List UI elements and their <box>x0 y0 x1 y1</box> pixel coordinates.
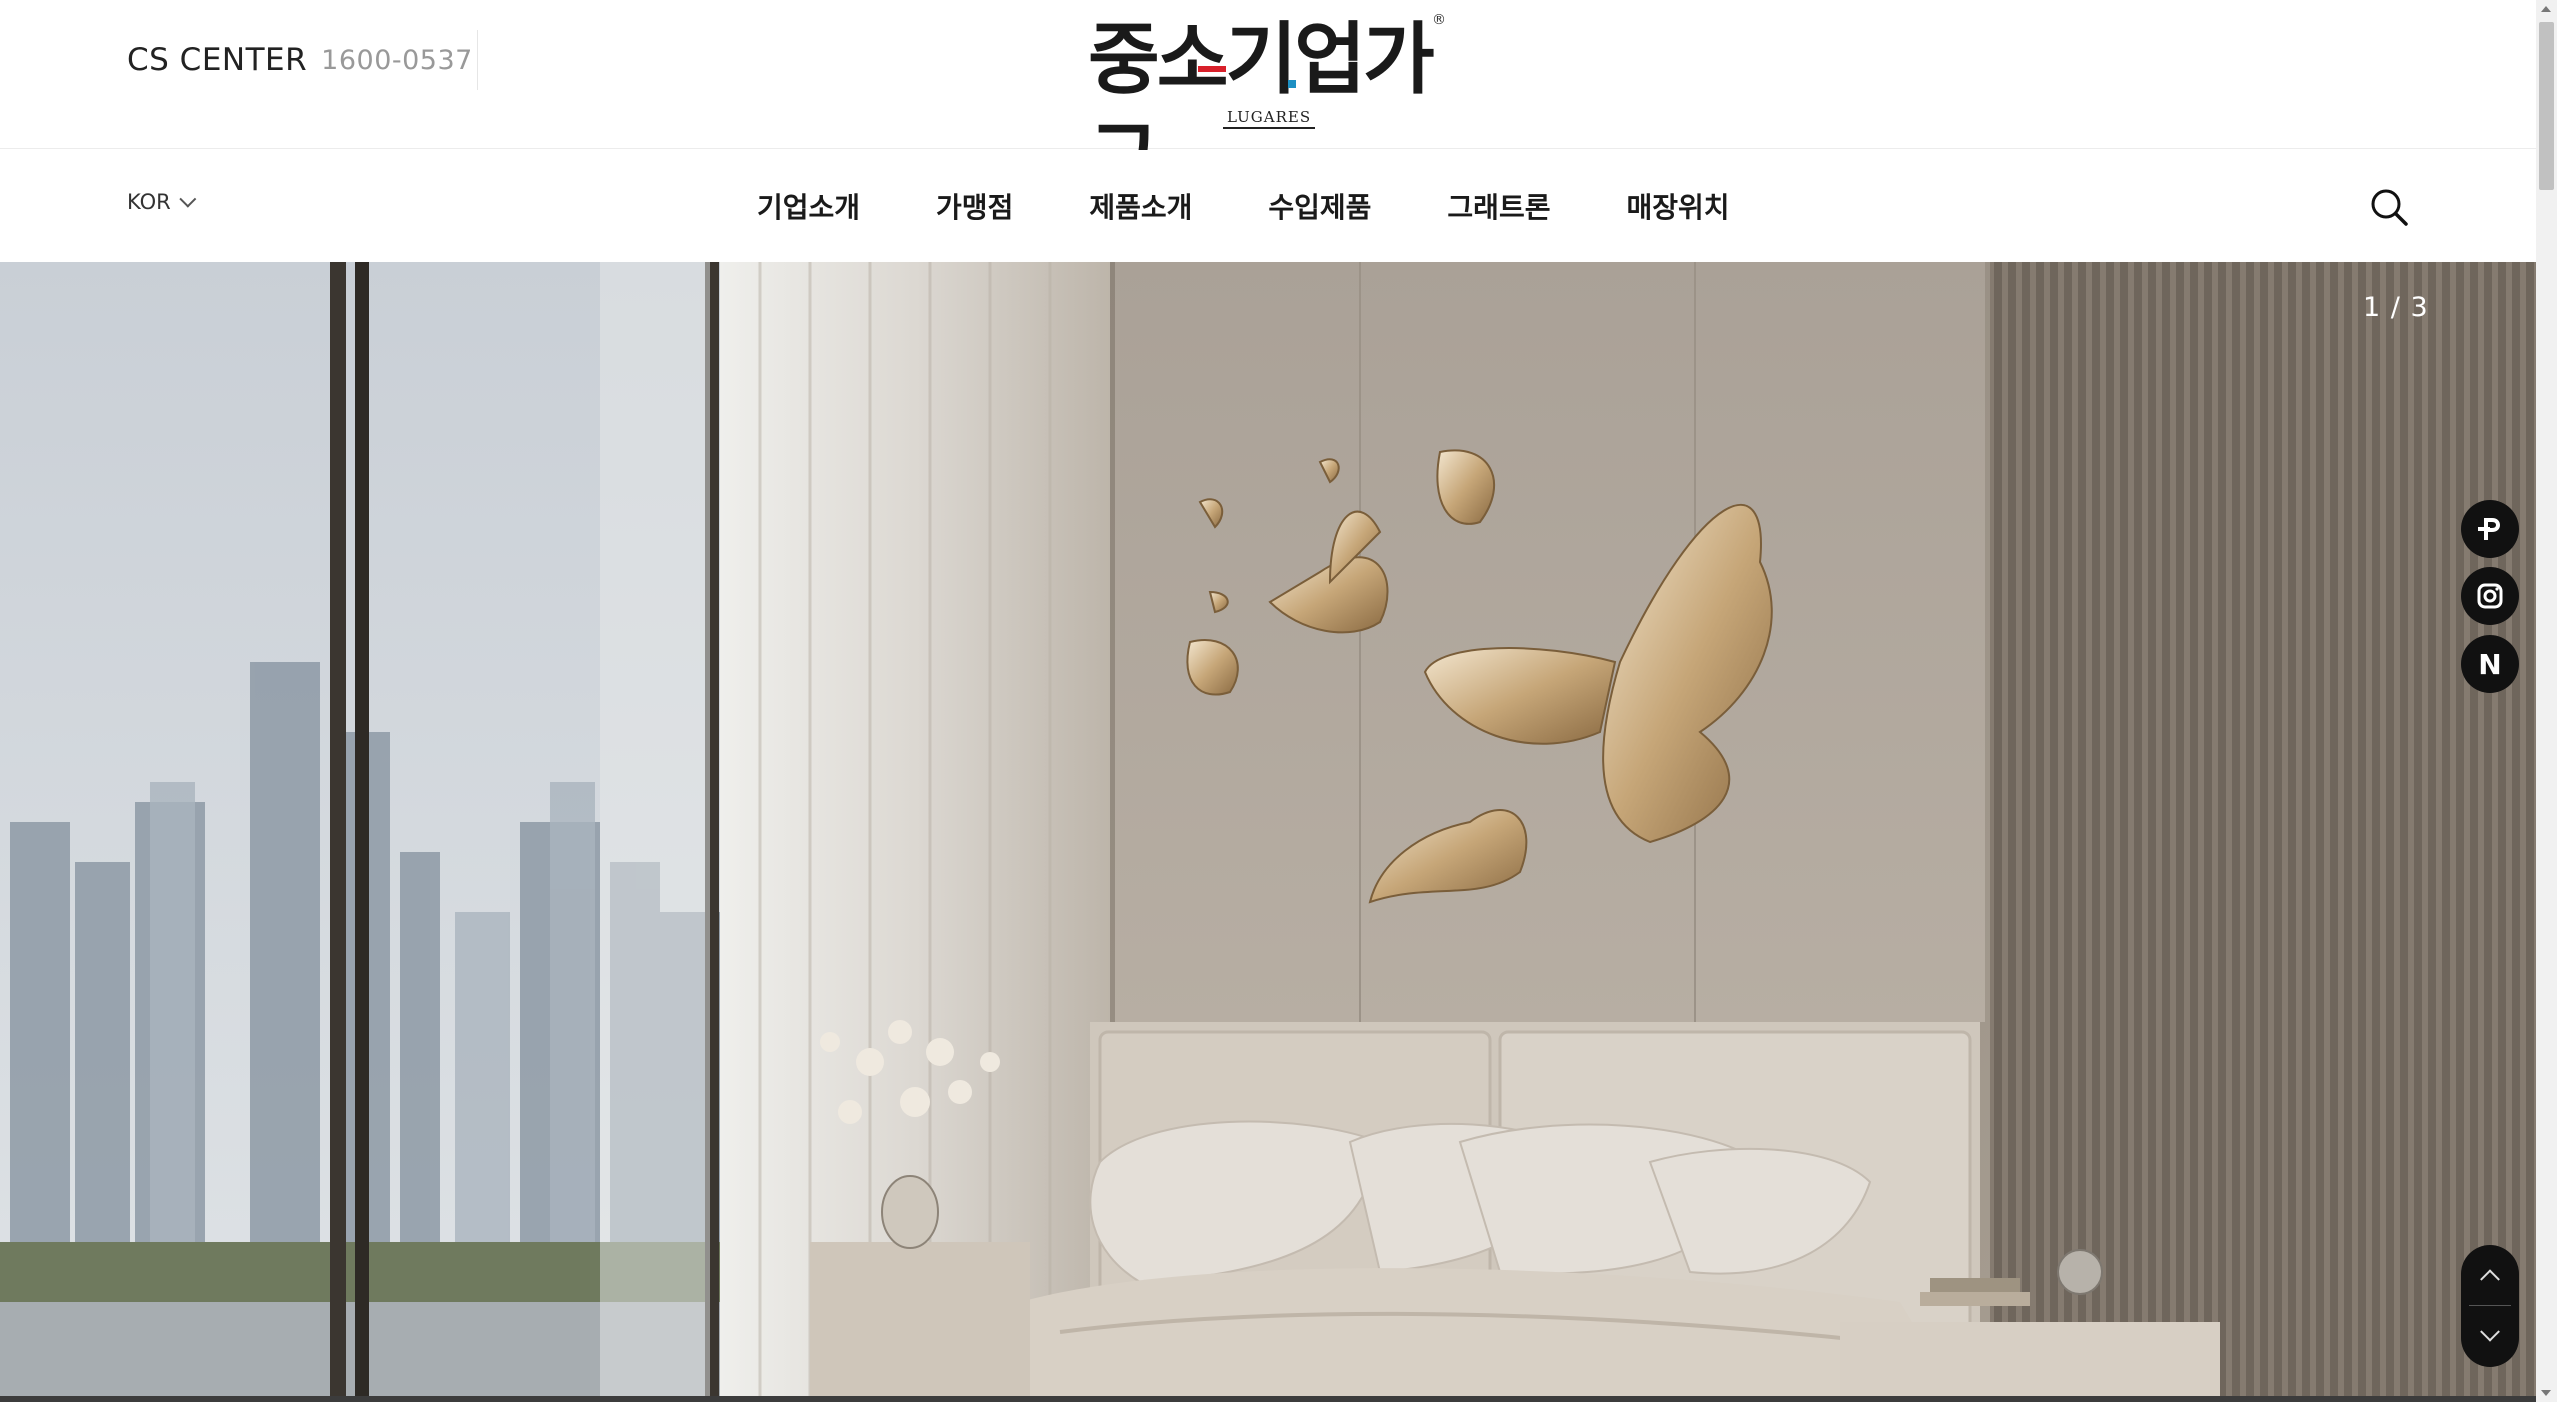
cs-phone-number[interactable]: 1600-0537 <box>321 45 473 76</box>
logo-blue-accent <box>1288 80 1296 88</box>
scroll-top-button[interactable] <box>2461 1245 2519 1305</box>
hero-slider[interactable]: 1 / 3 N <box>0 262 2536 1402</box>
search-button[interactable] <box>2368 186 2410 228</box>
nav-menu: 기업소개 가맹점 제품소개 수입제품 그래트론 매장위치 <box>757 150 1730 262</box>
instagram-icon <box>2477 583 2503 609</box>
search-icon <box>2371 189 2408 226</box>
chevron-down-icon <box>179 190 197 208</box>
scroll-bottom-button[interactable] <box>2461 1306 2519 1366</box>
naver-blog-icon: N <box>2478 647 2502 681</box>
main-nav: KOR 기업소개 가맹점 제품소개 수입제품 그래트론 매장위치 <box>0 150 2536 262</box>
scroll-controls <box>2461 1245 2519 1367</box>
page-scrollbar[interactable] <box>2536 0 2557 1402</box>
hero-bedroom-image <box>0 262 2536 1402</box>
scrollbar-up-arrow[interactable] <box>2541 6 2551 12</box>
bottom-strip <box>0 1396 2536 1402</box>
p-logo-icon <box>2478 518 2500 540</box>
nav-item-franchise[interactable]: 가맹점 <box>936 186 1013 226</box>
nav-item-gratron[interactable]: 그래트론 <box>1447 186 1550 226</box>
p-logo-button[interactable] <box>2461 500 2519 558</box>
cs-center: CS CENTER 1600-0537 <box>127 38 473 82</box>
language-selector[interactable]: KOR <box>127 190 197 214</box>
logo-registered-mark: ® <box>1432 12 1446 28</box>
logo-sub-brand: LUGARES <box>1223 108 1316 129</box>
chevron-up-icon <box>2480 1269 2500 1290</box>
scrollbar-thumb[interactable] <box>2539 22 2554 190</box>
nav-item-imported[interactable]: 수입제품 <box>1268 186 1371 226</box>
slide-counter: 1 / 3 <box>2363 292 2429 323</box>
instagram-button[interactable] <box>2461 567 2519 625</box>
top-header: CS CENTER 1600-0537 중소기업가구 ® LUGARES <box>0 0 2536 205</box>
logo-red-accent <box>1198 66 1226 72</box>
cs-center-label: CS CENTER <box>127 42 308 78</box>
header-divider <box>477 30 478 90</box>
site-logo[interactable]: 중소기업가구 ® LUGARES <box>1088 10 1448 205</box>
language-label: KOR <box>127 190 171 214</box>
naver-blog-button[interactable]: N <box>2461 635 2519 693</box>
nav-item-company[interactable]: 기업소개 <box>757 186 860 226</box>
nav-item-products[interactable]: 제품소개 <box>1089 186 1192 226</box>
chevron-down-icon <box>2480 1321 2500 1342</box>
scrollbar-down-arrow[interactable] <box>2541 1390 2551 1396</box>
nav-item-store-location[interactable]: 매장위치 <box>1626 186 1729 226</box>
